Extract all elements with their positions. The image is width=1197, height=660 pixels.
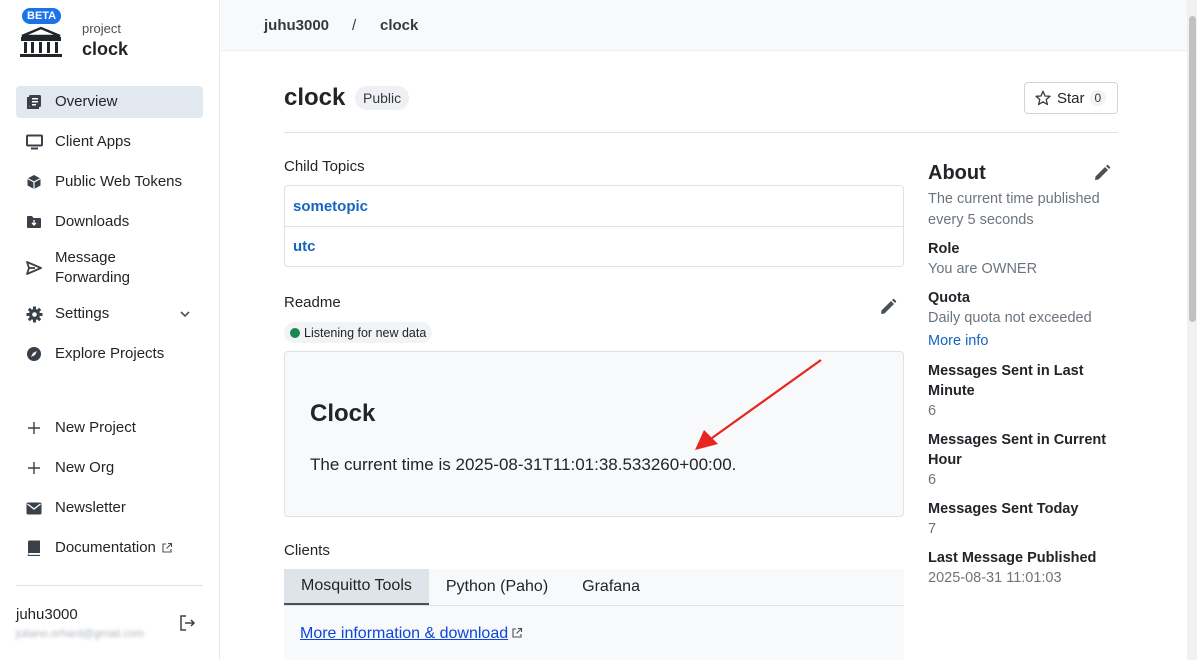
readme-heading: Clock bbox=[310, 400, 376, 427]
plus-icon bbox=[25, 419, 43, 437]
readme-label: Readme bbox=[284, 294, 341, 311]
client-tabs: Mosquitto Tools Python (Paho) Grafana bbox=[284, 569, 904, 606]
today-value: 7 bbox=[928, 521, 937, 537]
quota-label: Quota bbox=[928, 290, 970, 306]
topic-link-utc[interactable]: utc bbox=[285, 226, 903, 266]
about-description: The current time published every 5 secon… bbox=[928, 191, 1100, 228]
sidebar-item-new-project[interactable]: New Project bbox=[16, 412, 203, 444]
role-label: Role bbox=[928, 241, 960, 257]
scrollbar-thumb[interactable] bbox=[1189, 16, 1196, 322]
last-published-label: Last Message Published bbox=[928, 550, 1097, 566]
sidebar-item-downloads[interactable]: Downloads bbox=[16, 206, 203, 238]
child-topics-label: Child Topics bbox=[284, 158, 365, 175]
more-information-link-text: More information & download bbox=[300, 625, 509, 642]
readme-body: The current time is 2025-08-31T11:01:38.… bbox=[310, 455, 737, 474]
user-name: juhu3000 bbox=[16, 606, 78, 623]
sidebar-divider bbox=[16, 585, 203, 586]
brand-project-name: clock bbox=[82, 39, 129, 59]
sidebar-item-label: New Project bbox=[55, 419, 136, 436]
star-count: 0 bbox=[1089, 90, 1107, 106]
about-title: About bbox=[928, 162, 986, 184]
sidebar-nav: Overview Client Apps Public Web Tokens D… bbox=[16, 86, 203, 378]
brand-subtitle: project bbox=[82, 21, 122, 36]
mail-icon bbox=[25, 499, 43, 517]
external-link-icon bbox=[512, 627, 523, 638]
edit-about-pencil-icon[interactable] bbox=[1093, 164, 1111, 182]
more-information-download-link[interactable]: More information & download bbox=[300, 625, 523, 643]
sidebar: BETA project clock Overview Client Apps … bbox=[0, 0, 220, 660]
role-value: You are OWNER bbox=[928, 261, 1038, 277]
monitor-icon bbox=[25, 133, 43, 151]
plus-icon bbox=[25, 459, 43, 477]
gear-icon bbox=[25, 305, 43, 323]
more-info-link[interactable]: More info bbox=[928, 333, 988, 349]
breadcrumb-project[interactable]: clock bbox=[380, 17, 418, 34]
status-dot bbox=[290, 327, 300, 338]
breadcrumb-org[interactable]: juhu3000 bbox=[264, 17, 329, 34]
user-email: juliano.orhard@gmail.com bbox=[16, 628, 144, 640]
sidebar-item-newsletter[interactable]: Newsletter bbox=[16, 492, 203, 524]
last-minute-value: 6 bbox=[928, 403, 937, 419]
page-scrollbar[interactable] bbox=[1187, 0, 1197, 660]
tab-mosquitto-tools[interactable]: Mosquitto Tools bbox=[284, 569, 429, 605]
edit-readme-pencil-icon[interactable] bbox=[879, 298, 897, 316]
sidebar-item-label: Public Web Tokens bbox=[55, 173, 183, 190]
client-tab-panel: More information & download bbox=[284, 606, 904, 660]
last-minute-label: Messages Sent in Last Minute bbox=[928, 363, 1084, 399]
sidebar-item-label: Documentation bbox=[55, 539, 156, 556]
current-hour-label: Messages Sent in Current Hour bbox=[928, 432, 1107, 468]
cube-icon bbox=[25, 173, 43, 191]
sidebar-item-new-org[interactable]: New Org bbox=[16, 452, 203, 484]
compass-icon bbox=[25, 345, 43, 363]
star-icon bbox=[1035, 90, 1051, 106]
listening-status-badge: Listening for new data bbox=[284, 322, 433, 343]
sidebar-item-public-web-tokens[interactable]: Public Web Tokens bbox=[16, 166, 203, 198]
sidebar-item-label: Settings bbox=[55, 305, 110, 322]
sidebar-item-message-forwarding[interactable]: Message Forwarding bbox=[16, 246, 203, 290]
current-hour-value: 6 bbox=[928, 472, 937, 488]
topic-link-sometopic[interactable]: sometopic bbox=[285, 186, 903, 226]
external-link-icon bbox=[162, 542, 172, 553]
sidebar-item-label: Message Forwarding bbox=[55, 249, 131, 286]
sidebar-item-overview[interactable]: Overview bbox=[16, 86, 203, 118]
overview-icon bbox=[25, 93, 43, 111]
book-icon bbox=[25, 539, 43, 557]
send-icon bbox=[25, 259, 43, 277]
last-published-value: 2025-08-31 11:01:03 bbox=[928, 570, 1062, 586]
sidebar-item-label: Downloads bbox=[55, 213, 130, 230]
header-divider bbox=[284, 132, 1118, 133]
beta-badge: BETA bbox=[22, 8, 62, 24]
sidebar-item-label: Client Apps bbox=[55, 133, 131, 150]
sidebar-item-settings[interactable]: Settings bbox=[16, 298, 203, 330]
star-label: Star bbox=[1057, 89, 1085, 107]
today-label: Messages Sent Today bbox=[928, 501, 1079, 517]
building-logo-icon bbox=[20, 26, 62, 57]
visibility-badge: Public bbox=[355, 86, 410, 110]
clients-label: Clients bbox=[284, 542, 330, 559]
quota-value: Daily quota not exceeded bbox=[928, 310, 1092, 326]
star-button[interactable]: Star 0 bbox=[1024, 82, 1118, 114]
tab-python-paho[interactable]: Python (Paho) bbox=[429, 569, 565, 605]
sidebar-item-documentation[interactable]: Documentation bbox=[16, 532, 203, 564]
breadcrumb-separator: / bbox=[352, 17, 357, 34]
sidebar-item-client-apps[interactable]: Client Apps bbox=[16, 126, 203, 158]
sidebar-item-label: Overview bbox=[55, 93, 118, 110]
sidebar-item-label: Newsletter bbox=[55, 499, 126, 516]
page-title: clock bbox=[284, 84, 346, 111]
sidebar-item-label: Explore Projects bbox=[55, 345, 165, 362]
sidebar-secondary-nav: New Project New Org Newsletter Documenta… bbox=[16, 412, 203, 572]
annotation-arrow bbox=[695, 359, 822, 450]
child-topics-list: sometopic utc bbox=[284, 185, 904, 267]
sidebar-item-explore-projects[interactable]: Explore Projects bbox=[16, 338, 203, 370]
chevron-down-icon[interactable] bbox=[179, 308, 191, 320]
sidebar-item-label: New Org bbox=[55, 459, 115, 476]
tab-grafana[interactable]: Grafana bbox=[565, 569, 657, 605]
listening-status-text: Listening for new data bbox=[304, 325, 427, 340]
brand[interactable]: BETA project clock bbox=[16, 8, 216, 64]
logout-icon[interactable] bbox=[178, 614, 196, 632]
folder-download-icon bbox=[25, 213, 43, 231]
breadcrumb: juhu3000 / clock bbox=[221, 0, 1187, 51]
